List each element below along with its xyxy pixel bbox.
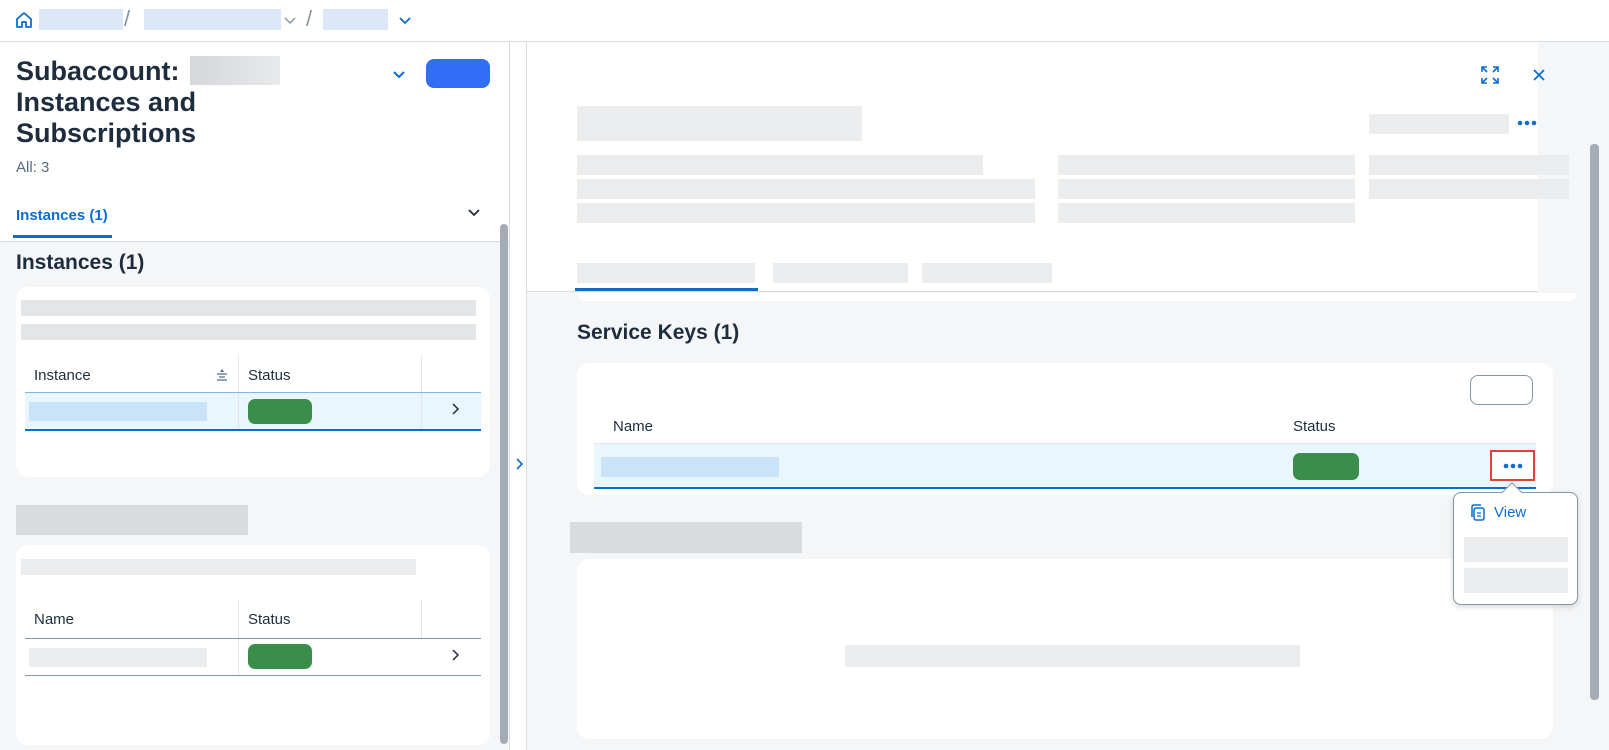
column-header-status[interactable]: Status: [248, 367, 291, 384]
item-count: All: 3: [16, 159, 50, 176]
menu-item-view-label: View: [1494, 504, 1527, 521]
breadcrumb-item-1[interactable]: [39, 9, 123, 30]
menu-item-view[interactable]: View: [1464, 501, 1569, 525]
left-scrollbar[interactable]: [500, 224, 508, 744]
sort-icon[interactable]: [215, 368, 229, 387]
chevron-down-icon[interactable]: [466, 204, 482, 225]
page-title: Subaccount: Instances and Subscriptions: [16, 56, 197, 148]
section-title: Instances (1): [16, 251, 145, 274]
attribute-placeholder: [577, 179, 1035, 199]
attribute-placeholder: [1058, 155, 1355, 175]
status-badge: [248, 399, 312, 424]
column-divider: [421, 355, 422, 392]
section-title-placeholder: [570, 522, 802, 553]
chevron-right-icon[interactable]: [513, 457, 525, 476]
card-edge: [577, 293, 1577, 301]
instances-card: Instance Status: [16, 287, 490, 477]
chevron-down-icon[interactable]: [391, 66, 407, 87]
service-keys-card: Name Status: [577, 363, 1553, 495]
tab-placeholder-2[interactable]: [773, 263, 908, 283]
column-header-name[interactable]: Name: [34, 611, 74, 628]
chevron-down-icon[interactable]: [283, 13, 297, 32]
section-title-placeholder: [16, 505, 248, 535]
menu-item-placeholder[interactable]: [1464, 537, 1568, 562]
tab-placeholder-3[interactable]: [922, 263, 1052, 283]
tab-underline: [13, 235, 112, 238]
column-header-status[interactable]: Status: [1293, 418, 1336, 435]
create-button[interactable]: [1470, 375, 1533, 405]
chevron-down-icon[interactable]: [398, 13, 412, 32]
object-title-placeholder: [577, 106, 862, 141]
copy-icon: [1470, 504, 1486, 527]
key-name-placeholder[interactable]: [601, 457, 779, 477]
top-bar: / /: [0, 0, 1609, 42]
chevron-right-icon[interactable]: [449, 647, 461, 667]
attribute-placeholder: [1058, 203, 1355, 223]
empty-card: [577, 559, 1553, 739]
placeholder-line: [21, 559, 416, 575]
table-row[interactable]: [594, 444, 1536, 489]
column-divider: [421, 393, 422, 429]
action-placeholder[interactable]: [1369, 114, 1509, 134]
column-divider: [238, 393, 239, 429]
row-actions-popover: View: [1453, 482, 1578, 605]
tab-placeholder-1[interactable]: [577, 263, 755, 283]
column-divider: [421, 600, 422, 638]
attribute-placeholder: [577, 203, 1035, 223]
column-header-status[interactable]: Status: [248, 611, 291, 628]
column-header-instance[interactable]: Instance: [34, 367, 91, 384]
status-badge: [1293, 453, 1359, 480]
attribute-placeholder: [1369, 179, 1569, 199]
placeholder-line: [21, 300, 476, 316]
fullscreen-icon[interactable]: [1480, 65, 1500, 90]
breadcrumb-separator: /: [306, 6, 313, 31]
subscriptions-card: Name Status: [16, 545, 490, 745]
name-placeholder[interactable]: [29, 648, 207, 667]
tab-underline: [575, 288, 758, 291]
primary-action-button[interactable]: [426, 59, 490, 88]
subaccount-name-placeholder: [190, 56, 280, 85]
placeholder-line: [21, 324, 476, 340]
object-header: [527, 42, 1569, 292]
column-divider: [238, 639, 239, 675]
column-divider: [238, 355, 239, 392]
breadcrumb-item-2[interactable]: [144, 9, 281, 30]
attribute-placeholder: [1058, 179, 1355, 199]
column-divider: [238, 600, 239, 638]
left-panel: Subaccount: Instances and Subscriptions …: [0, 42, 510, 750]
attribute-placeholder: [1369, 155, 1569, 175]
placeholder-line: [845, 645, 1300, 667]
more-icon[interactable]: [1502, 459, 1524, 478]
right-panel: Service Keys (1) Name Status: [527, 42, 1609, 750]
splitter[interactable]: [510, 42, 527, 750]
table-row[interactable]: [25, 393, 481, 431]
tab-instances[interactable]: Instances (1): [16, 207, 108, 224]
status-badge: [248, 644, 312, 669]
service-keys-title: Service Keys (1): [577, 321, 740, 344]
instance-name-placeholder[interactable]: [29, 402, 207, 421]
column-header-name[interactable]: Name: [613, 418, 653, 435]
more-button[interactable]: [1490, 450, 1535, 481]
home-icon[interactable]: [14, 10, 34, 30]
table-row[interactable]: [25, 639, 481, 676]
right-scrollbar[interactable]: [1590, 144, 1599, 700]
breadcrumb-item-3[interactable]: [323, 9, 388, 30]
left-header: Subaccount: Instances and Subscriptions …: [0, 42, 509, 242]
breadcrumb-separator: /: [124, 6, 131, 31]
close-icon[interactable]: [1531, 67, 1547, 88]
menu-item-placeholder[interactable]: [1464, 568, 1568, 593]
chevron-right-icon[interactable]: [449, 401, 461, 421]
attribute-placeholder: [577, 155, 983, 175]
more-icon[interactable]: [1516, 116, 1538, 135]
